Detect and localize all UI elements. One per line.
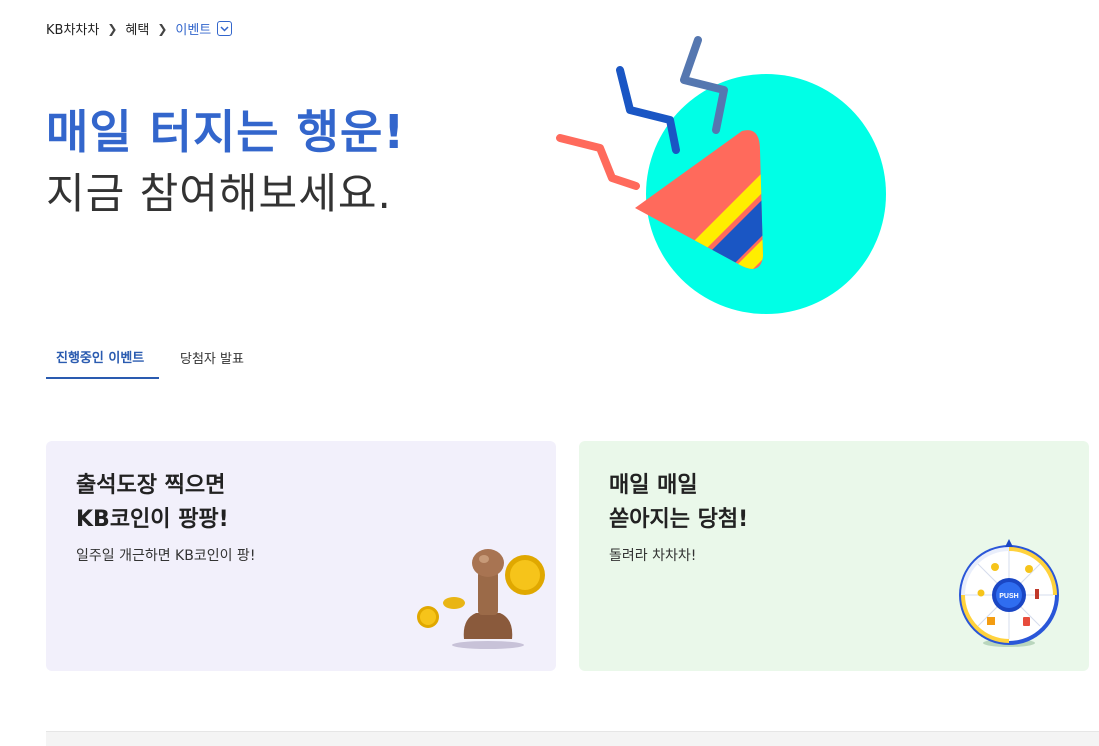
event-card-description: 일주일 개근하면 KB코인이 팡!: [76, 548, 256, 564]
event-card-attendance[interactable]: 출석도장 찍으면 KB코인이 팡팡! 일주일 개근하면 KB코인이 팡!: [46, 441, 556, 671]
wheel-center-label: PUSH: [999, 593, 1018, 600]
roulette-wheel-icon: PUSH: [959, 539, 1059, 647]
event-card-title-line1: 출석도장 찍으면: [76, 473, 226, 498]
chevron-right-icon: ❯: [157, 21, 168, 36]
breadcrumb-current: 이벤트: [175, 23, 212, 38]
breadcrumb-benefits[interactable]: 혜택: [125, 19, 149, 38]
event-card-title-line2: KB코인이 팡팡!: [76, 507, 229, 532]
event-tabs: 진행중인 이벤트 당첨자 발표: [46, 335, 265, 379]
breadcrumb-home[interactable]: KB차차차: [46, 19, 99, 38]
tab-ongoing-events[interactable]: 진행중인 이벤트: [46, 335, 159, 379]
event-card-title: 매일 매일 쏟아지는 당첨!: [609, 469, 748, 537]
event-card-roulette[interactable]: 매일 매일 쏟아지는 당첨! 돌려라 차차차! PUSH: [579, 441, 1089, 671]
chevron-down-icon[interactable]: [217, 21, 233, 36]
event-card-description: 돌려라 차차차!: [609, 548, 697, 564]
page-title: 매일 터지는 행운!: [46, 105, 406, 159]
party-popper-illustration: [556, 36, 886, 314]
breadcrumb: KB차차차 ❯ 혜택 ❯ 이벤트: [46, 19, 233, 38]
page-subtitle: 지금 참여해보세요.: [46, 169, 392, 218]
chevron-right-icon: ❯: [107, 21, 118, 36]
event-card-title: 출석도장 찍으면 KB코인이 팡팡!: [76, 469, 229, 537]
bottom-section-divider: [46, 731, 1099, 746]
tab-winner-announcement[interactable]: 당첨자 발표: [170, 335, 254, 379]
stamp-coins-icon: [417, 549, 545, 649]
event-card-title-line2: 쏟아지는 당첨!: [609, 507, 749, 532]
event-card-title-line1: 매일 매일: [609, 473, 698, 498]
